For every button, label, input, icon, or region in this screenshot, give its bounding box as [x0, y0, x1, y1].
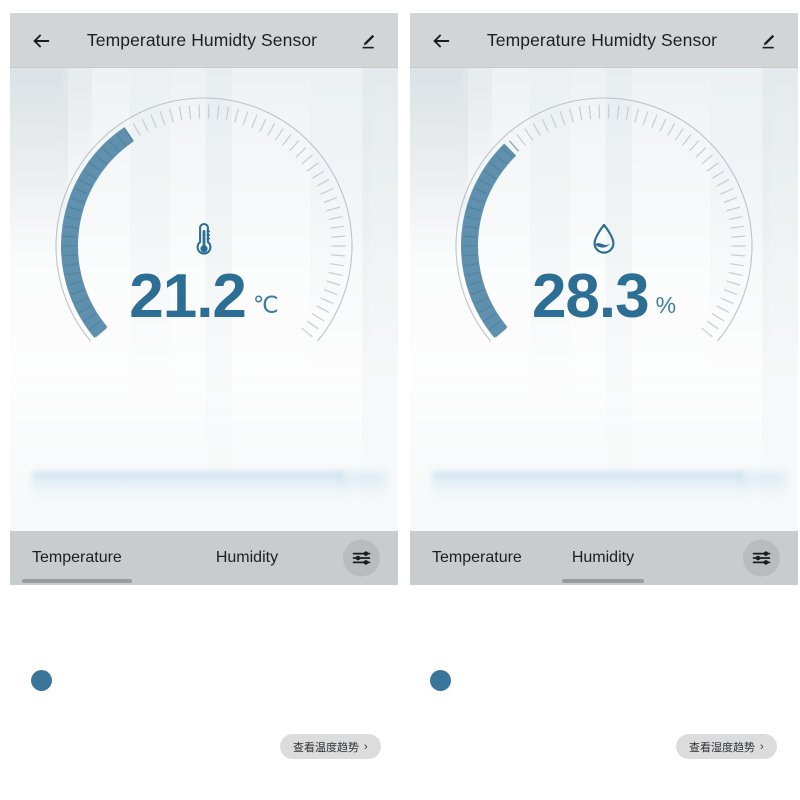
tab-temperature[interactable]: Temperature [22, 531, 132, 585]
view-temperature-trend-label: 查看温度趋势 [293, 741, 359, 754]
app-header-bar: Temperature Humidty Sensor [10, 13, 398, 68]
tab-humidity[interactable]: Humidity [212, 531, 282, 585]
tab-temperature-label: Temperature [32, 549, 122, 566]
edit-name-button[interactable] [354, 27, 382, 55]
bottom-tab-bar: Temperature Humidity [10, 531, 398, 585]
pencil-edit-icon [362, 34, 375, 48]
gauge-dial [455, 97, 753, 342]
gauge-area: 21.2 ℃ [10, 68, 398, 531]
sliders-tune-icon [752, 551, 771, 565]
temperature-device-panel: Temperature Humidty Sensor 21.2 ℃ Temper… [10, 13, 398, 585]
arrow-left-icon [433, 34, 450, 47]
view-humidity-trend-label: 查看湿度趋势 [689, 741, 755, 754]
chevron-right-icon: › [760, 740, 764, 753]
humidity-device-panel: Temperature Humidty Sensor 28.3 % Temper… [410, 13, 798, 585]
circular-gauge [10, 68, 398, 531]
arrow-left-icon [33, 34, 50, 47]
bottom-tab-bar: Temperature Humidity [410, 531, 798, 585]
app-header-bar: Temperature Humidty Sensor [410, 13, 798, 68]
page-indicator-dot-left[interactable] [31, 670, 52, 691]
tab-temperature[interactable]: Temperature [428, 531, 526, 585]
tab-active-underline [561, 579, 645, 583]
settings-tune-button[interactable] [743, 539, 780, 577]
page-title: Temperature Humidty Sensor [486, 30, 718, 50]
view-temperature-trend-button[interactable]: 查看温度趋势 › [280, 734, 381, 759]
view-humidity-trend-button[interactable]: 查看湿度趋势 › [676, 734, 777, 759]
circular-gauge [410, 68, 798, 531]
sliders-tune-icon [352, 551, 371, 565]
tab-temperature-label: Temperature [432, 549, 522, 566]
gauge-dial [55, 97, 353, 342]
gauge-area: 28.3 % [410, 68, 798, 531]
page-indicator-dot-right[interactable] [430, 670, 451, 691]
page-title: Temperature Humidty Sensor [86, 30, 318, 50]
tab-humidity-label: Humidity [571, 549, 635, 566]
tab-active-underline [22, 579, 132, 583]
pencil-edit-icon [762, 34, 775, 48]
edit-name-button[interactable] [754, 27, 782, 55]
chevron-right-icon: › [364, 740, 368, 753]
tab-humidity[interactable]: Humidity [561, 531, 645, 585]
settings-tune-button[interactable] [343, 539, 380, 577]
tab-humidity-label: Humidity [215, 549, 279, 566]
